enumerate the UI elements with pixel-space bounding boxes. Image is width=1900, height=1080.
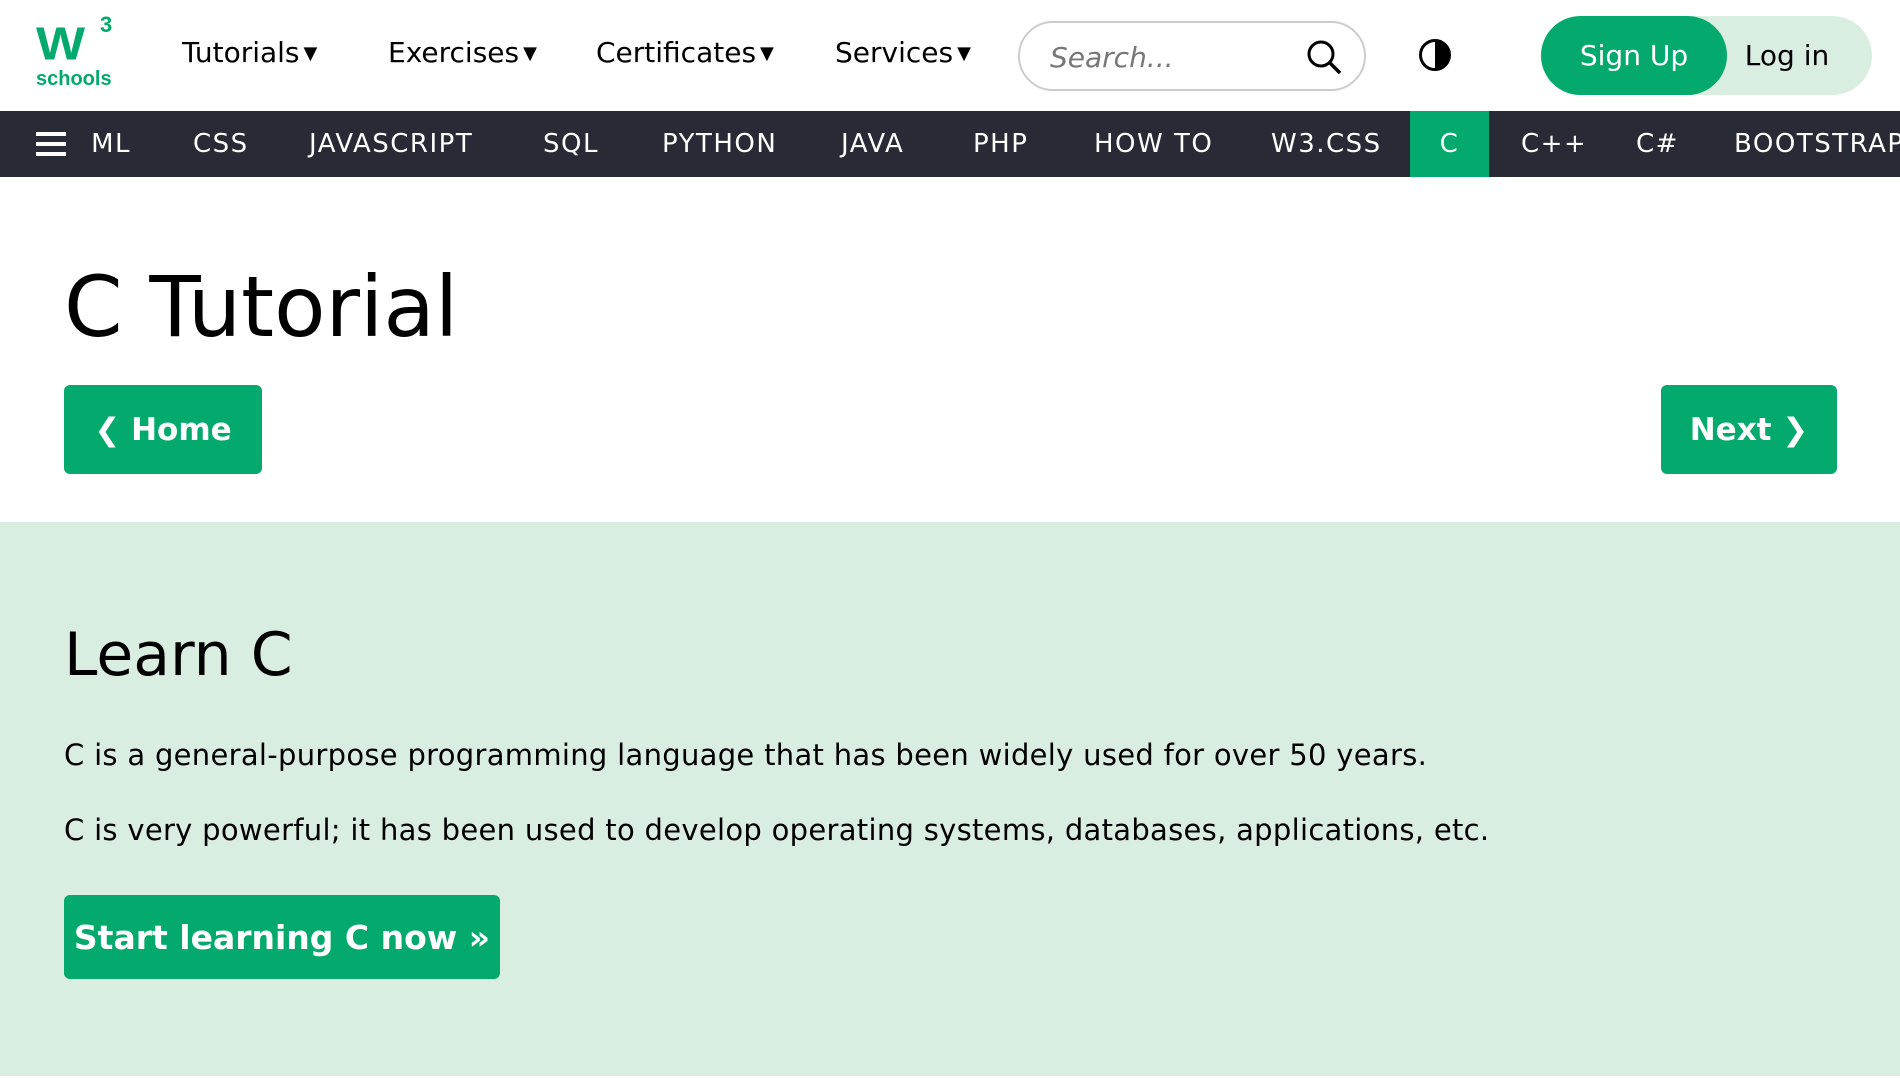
menu-label: Certificates bbox=[596, 36, 757, 69]
menu-label: Exercises bbox=[388, 36, 520, 69]
nav-c-active[interactable]: C bbox=[1410, 111, 1489, 177]
logo-schools: schools bbox=[36, 68, 112, 90]
menu-services[interactable]: Services ▼ bbox=[835, 36, 971, 69]
nav-python[interactable]: PYTHON bbox=[662, 111, 777, 177]
dark-mode-toggle-icon[interactable] bbox=[1419, 39, 1451, 71]
nav-html[interactable]: ML bbox=[86, 111, 131, 177]
menu-label: Services bbox=[835, 36, 954, 69]
logo-3: 3 bbox=[100, 12, 113, 37]
logo-w: W bbox=[36, 17, 85, 71]
nav-php[interactable]: PHP bbox=[973, 111, 1028, 177]
nav-bootstrap[interactable]: BOOTSTRAP bbox=[1734, 111, 1900, 177]
next-button[interactable]: Next ❯ bbox=[1661, 385, 1837, 474]
intro-paragraph: C is a general-purpose programming langu… bbox=[64, 738, 1428, 772]
sign-up-button[interactable]: Sign Up bbox=[1541, 16, 1727, 95]
page-title: C Tutorial bbox=[64, 258, 459, 356]
caret-down-icon: ▼ bbox=[760, 43, 774, 64]
menu-tutorials[interactable]: Tutorials ▼ bbox=[182, 36, 317, 69]
intro-paragraph: C is very powerful; it has been used to … bbox=[64, 813, 1490, 847]
caret-down-icon: ▼ bbox=[523, 43, 537, 64]
nav-sql[interactable]: SQL bbox=[543, 111, 599, 177]
log-in-button[interactable]: Log in bbox=[1727, 16, 1847, 95]
topic-navbar: ML CSS JAVASCRIPT SQL PYTHON JAVA PHP HO… bbox=[0, 111, 1900, 177]
search-box bbox=[1018, 21, 1366, 91]
search-icon[interactable] bbox=[1304, 37, 1344, 77]
start-learning-button[interactable]: Start learning C now » bbox=[64, 895, 500, 979]
learn-section bbox=[0, 522, 1900, 1076]
nav-w3css[interactable]: W3.CSS bbox=[1271, 111, 1382, 177]
caret-down-icon: ▼ bbox=[957, 43, 971, 64]
section-title: Learn C bbox=[64, 620, 293, 690]
nav-cpp[interactable]: C++ bbox=[1521, 111, 1587, 177]
nav-css[interactable]: CSS bbox=[193, 111, 249, 177]
caret-down-icon: ▼ bbox=[303, 43, 318, 64]
home-button[interactable]: ❮ Home bbox=[64, 385, 262, 474]
nav-csharp[interactable]: C# bbox=[1636, 111, 1679, 177]
nav-java[interactable]: JAVA bbox=[841, 111, 904, 177]
menu-label: Tutorials bbox=[182, 36, 300, 69]
nav-javascript[interactable]: JAVASCRIPT bbox=[309, 111, 473, 177]
nav-how-to[interactable]: HOW TO bbox=[1094, 111, 1213, 177]
menu-exercises[interactable]: Exercises ▼ bbox=[388, 36, 537, 69]
w3schools-logo[interactable]: W 3 schools bbox=[36, 12, 118, 94]
hamburger-menu-icon[interactable] bbox=[36, 132, 66, 156]
menu-certificates[interactable]: Certificates ▼ bbox=[596, 36, 774, 69]
search-input[interactable] bbox=[1050, 35, 1300, 79]
